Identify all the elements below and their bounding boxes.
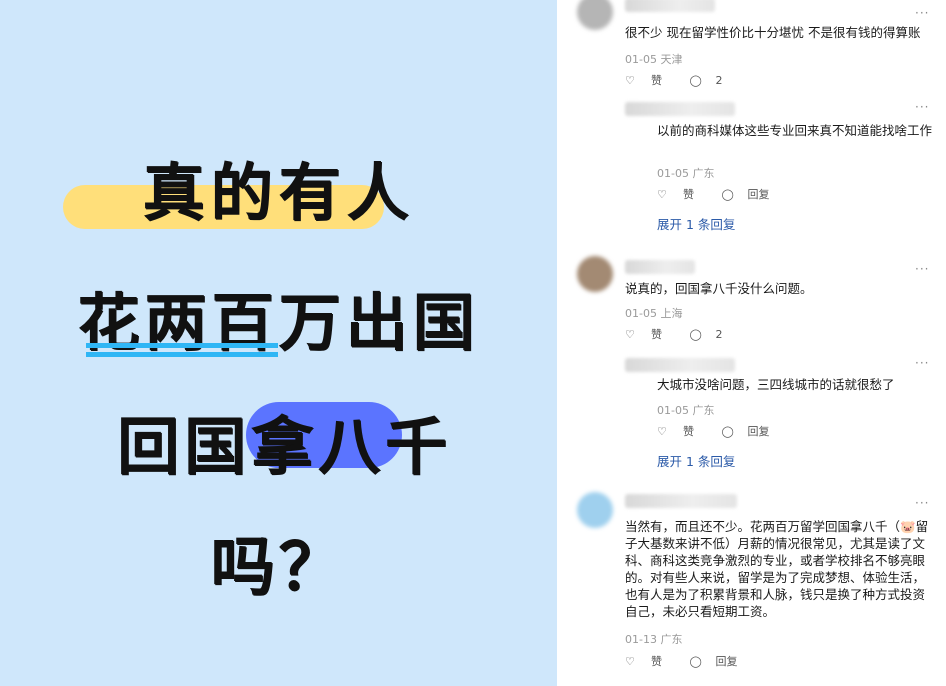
reply-count-button[interactable]: ◯ 2	[690, 328, 735, 341]
like-label: 赞	[651, 74, 662, 87]
more-dots-icon[interactable]: ···	[915, 356, 929, 370]
poster-line-3: 回国拿八千	[116, 410, 452, 483]
speech-bubble-icon: ◯	[689, 654, 702, 668]
heart-outline-icon: ♡	[625, 654, 635, 668]
more-dots-icon[interactable]: ···	[915, 6, 929, 20]
reply-count: 2	[715, 327, 723, 341]
avatar[interactable]	[577, 492, 613, 528]
heart-outline-icon: ♡	[625, 327, 635, 341]
speech-bubble-icon: ◯	[689, 327, 702, 341]
speech-bubble-icon: ◯	[689, 73, 702, 87]
reply-username-blurred[interactable]	[625, 102, 735, 116]
more-dots-icon[interactable]: ···	[915, 262, 929, 276]
reply-button[interactable]: ◯ 回复	[690, 653, 750, 669]
like-label: 赞	[651, 328, 662, 341]
reply-count-button[interactable]: ◯ 2	[690, 74, 735, 87]
reply-username-blurred[interactable]	[625, 358, 735, 372]
username-blurred[interactable]	[625, 0, 715, 12]
comment-text: 当然有，而且还不少。花两百万留学回国拿八千（🐷留子大基数来讲不低）月薪的情况很常…	[625, 519, 929, 619]
username-blurred[interactable]	[625, 260, 695, 274]
reply-label: 回复	[747, 188, 770, 201]
underline-bottom	[86, 352, 278, 357]
like-button[interactable]: ♡ 赞	[625, 326, 674, 342]
like-button[interactable]: ♡ 赞	[657, 423, 706, 439]
avatar[interactable]	[577, 0, 613, 30]
reply-button[interactable]: ◯ 回复	[722, 423, 782, 439]
comments-panel: ··· 很不少 现在留学性价比十分堪忧 不是很有钱的得算账 01-05 天津 ♡…	[557, 0, 946, 686]
reply-meta: 01-05 广东	[657, 167, 715, 180]
comment-text: 说真的，回国拿八千没什么问题。	[625, 281, 813, 296]
reply-label: 回复	[747, 425, 770, 438]
poster-image: 真的有人 花两百万出国 回国拿八千 吗？	[0, 0, 557, 686]
reply-count: 2	[715, 73, 723, 87]
reply-button[interactable]: ◯ 回复	[722, 186, 782, 202]
reply-meta: 01-05 广东	[657, 404, 715, 417]
poster-line-2: 花两百万出国	[77, 286, 480, 359]
comment-actions: ♡ 赞 ◯ 2	[625, 72, 747, 88]
like-label: 赞	[651, 655, 662, 668]
like-label: 赞	[683, 425, 694, 438]
more-dots-icon[interactable]: ···	[915, 496, 929, 510]
expand-replies-link[interactable]: 展开 1 条回复	[657, 214, 735, 233]
reply-text: 以前的商科媒体这些专业回来真不知道能找啥工作	[657, 123, 933, 138]
poster-line-1: 真的有人	[142, 156, 415, 229]
expand-replies-link[interactable]: 展开 1 条回复	[657, 451, 735, 470]
comment-actions: ♡ 赞 ◯ 2	[625, 326, 747, 342]
reply-actions: ♡ 赞 ◯ 回复	[657, 423, 794, 439]
poster-line-4: 吗？	[210, 531, 347, 605]
heart-outline-icon: ♡	[657, 424, 667, 438]
heart-outline-icon: ♡	[625, 73, 635, 87]
heart-outline-icon: ♡	[657, 187, 667, 201]
username-blurred[interactable]	[625, 494, 737, 508]
like-button[interactable]: ♡ 赞	[625, 653, 674, 669]
comment-text: 很不少 现在留学性价比十分堪忧 不是很有钱的得算账	[625, 25, 921, 40]
avatar[interactable]	[577, 256, 613, 292]
speech-bubble-icon: ◯	[721, 424, 734, 438]
like-label: 赞	[683, 188, 694, 201]
reply-actions: ♡ 赞 ◯ 回复	[657, 186, 794, 202]
comment-meta: 01-05 天津	[625, 53, 683, 66]
comment-actions: ♡ 赞 ◯ 回复	[625, 653, 762, 669]
underline-top	[86, 343, 278, 348]
comment-meta: 01-05 上海	[625, 307, 683, 320]
more-dots-icon[interactable]: ···	[915, 100, 929, 114]
reply-label: 回复	[715, 655, 738, 668]
like-button[interactable]: ♡ 赞	[625, 72, 674, 88]
like-button[interactable]: ♡ 赞	[657, 186, 706, 202]
reply-text: 大城市没啥问题，三四线城市的话就很愁了	[657, 377, 895, 392]
speech-bubble-icon: ◯	[721, 187, 734, 201]
comment-meta: 01-13 广东	[625, 633, 683, 646]
